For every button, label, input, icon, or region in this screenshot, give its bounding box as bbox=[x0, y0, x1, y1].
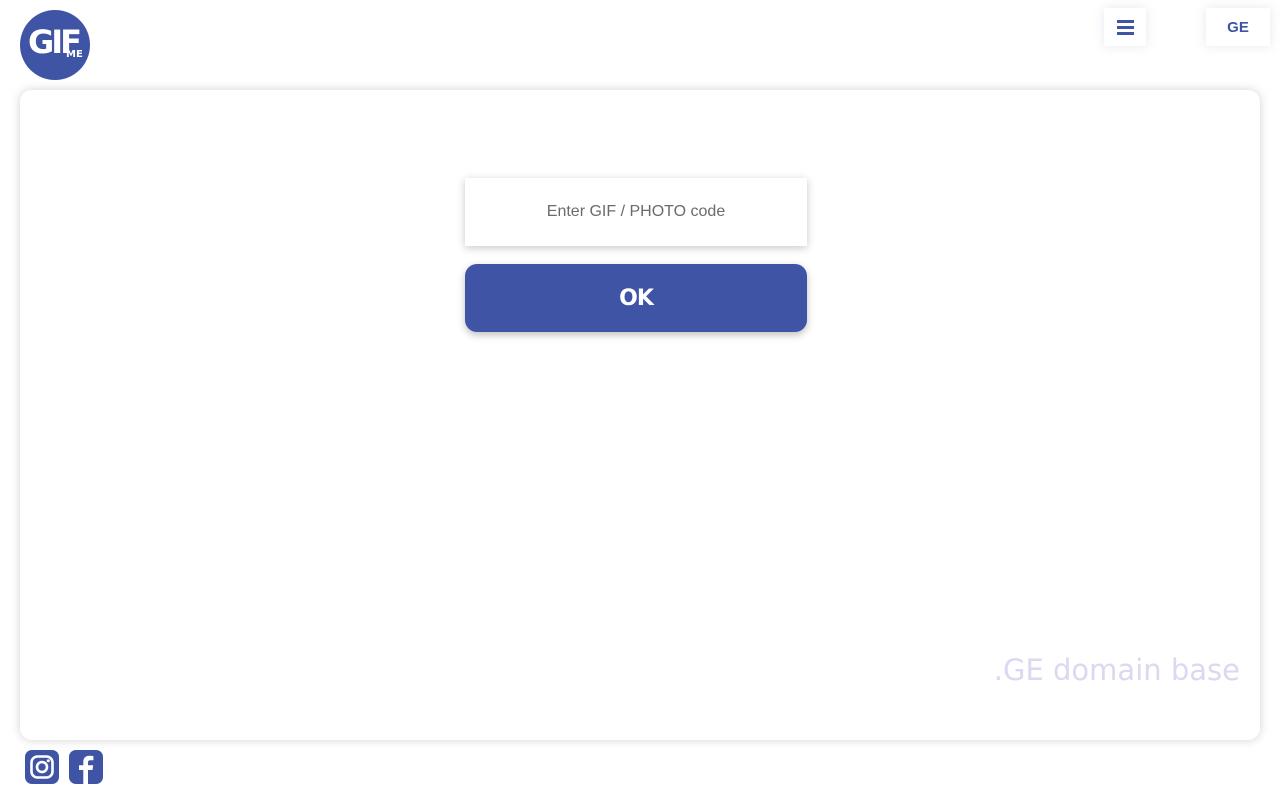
language-switch-button[interactable]: GE bbox=[1206, 8, 1270, 46]
logo-sub-text: ME bbox=[66, 49, 83, 60]
hamburger-menu-icon bbox=[1116, 19, 1134, 35]
gif-photo-code-input[interactable] bbox=[465, 178, 807, 246]
domain-note: .GE domain base bbox=[993, 653, 1240, 687]
facebook-icon[interactable] bbox=[69, 750, 103, 784]
main-card: OK .GE domain base bbox=[20, 90, 1260, 740]
ok-submit-button[interactable]: OK bbox=[465, 264, 807, 332]
social-links bbox=[25, 750, 103, 784]
gifme-logo[interactable]: GIF ME bbox=[20, 10, 90, 80]
header: GIF ME GE bbox=[0, 0, 1280, 90]
menu-button[interactable] bbox=[1104, 8, 1146, 46]
instagram-icon[interactable] bbox=[25, 750, 59, 784]
